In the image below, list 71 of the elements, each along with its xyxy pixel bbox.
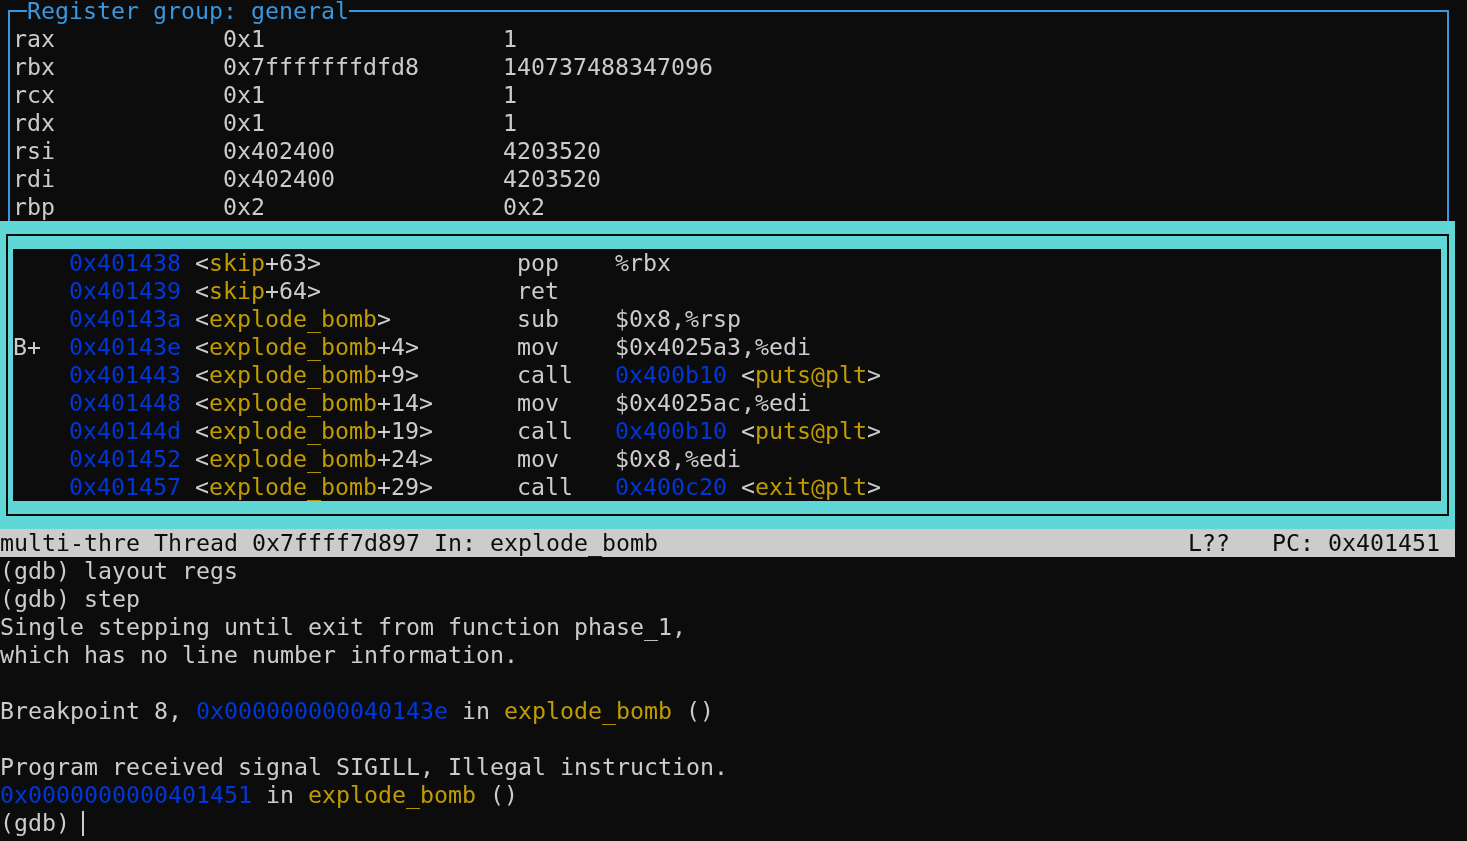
- register-natural-value: 4203520: [503, 165, 601, 192]
- symbol-label: <explode_bomb+9>: [195, 361, 419, 388]
- register-natural-value: 140737488347096: [503, 53, 713, 80]
- register-hex-value: 0x7fffffffdfd8: [223, 53, 419, 80]
- symbol-label: <explode_bomb+4>: [195, 333, 419, 360]
- operands: $0x4025ac,%edi: [615, 389, 811, 416]
- symbol-label: <explode_bomb+19>: [195, 417, 433, 444]
- register-hex-value: 0x402400: [223, 137, 335, 164]
- instruction-address: 0x40143e: [69, 333, 181, 360]
- line-indicator: L??: [1188, 529, 1230, 557]
- register-natural-value: 0x2: [503, 193, 545, 220]
- instruction-address: 0x401439: [69, 277, 181, 304]
- register-hex-value: 0x1: [223, 109, 265, 136]
- command-input[interactable]: (gdb): [0, 809, 84, 837]
- instruction-address: 0x40144d: [69, 417, 181, 444]
- thread-id: Thread 0x7ffff7d897: [154, 529, 420, 557]
- register-name: rcx: [13, 81, 55, 108]
- target-name: multi-thre: [0, 529, 140, 557]
- console-line: (gdb) step: [0, 585, 140, 613]
- panel-title: Register group: general: [27, 0, 349, 22]
- instruction-address: 0x401448: [69, 389, 181, 416]
- console-line: Program received signal SIGILL, Illegal instruction.: [0, 753, 728, 781]
- operands: $0x4025a3,%edi: [615, 333, 811, 360]
- symbol-label: <explode_bomb>: [195, 305, 391, 332]
- operands: %rbx: [615, 249, 671, 276]
- register-name: rsi: [13, 137, 55, 164]
- register-hex-value: 0x1: [223, 81, 265, 108]
- symbol-label: <explode_bomb+29>: [195, 473, 433, 500]
- operands: $0x8,%edi: [615, 445, 741, 472]
- register-name: rbx: [13, 53, 55, 80]
- operands: $0x8,%rsp: [615, 305, 741, 332]
- register-name: rax: [13, 25, 55, 52]
- register-hex-value: 0x402400: [223, 165, 335, 192]
- mnemonic: call: [517, 473, 573, 500]
- instruction-address: 0x401452: [69, 445, 181, 472]
- register-natural-value: 1: [503, 109, 517, 136]
- program-counter: PC: 0x401451: [1272, 529, 1440, 557]
- mnemonic: mov: [517, 333, 559, 360]
- mnemonic: ret: [517, 277, 559, 304]
- console-line: Breakpoint 8, 0x000000000040143e in explode_bomb (): [0, 697, 714, 725]
- symbol-label: <explode_bomb+14>: [195, 389, 433, 416]
- instruction-address: 0x401457: [69, 473, 181, 500]
- instruction-address: 0x401443: [69, 361, 181, 388]
- mnemonic: mov: [517, 389, 559, 416]
- symbol-label: <skip+63>: [195, 249, 321, 276]
- console-line: (gdb) layout regs: [0, 557, 238, 585]
- mnemonic: call: [517, 361, 573, 388]
- register-natural-value: 1: [503, 81, 517, 108]
- register-name: rdi: [13, 165, 55, 192]
- mnemonic: call: [517, 417, 573, 444]
- mnemonic: sub: [517, 305, 559, 332]
- instruction-address: 0x40143a: [69, 305, 181, 332]
- operands: 0x400b10 <puts@plt>: [615, 361, 881, 388]
- symbol-label: <skip+64>: [195, 277, 321, 304]
- register-hex-value: 0x2: [223, 193, 265, 220]
- register-name: rdx: [13, 109, 55, 136]
- mnemonic: mov: [517, 445, 559, 472]
- mnemonic: pop: [517, 249, 559, 276]
- operands: 0x400c20 <exit@plt>: [615, 473, 881, 500]
- breakpoint-marker: B+: [13, 333, 41, 360]
- instruction-address: 0x401438: [69, 249, 181, 276]
- register-natural-value: 4203520: [503, 137, 601, 164]
- register-name: rbp: [13, 193, 55, 220]
- console-line: 0x0000000000401451 in explode_bomb (): [0, 781, 518, 809]
- console-line: which has no line number information.: [0, 641, 518, 669]
- symbol-label: <explode_bomb+24>: [195, 445, 433, 472]
- current-function: In: explode_bomb: [433, 529, 658, 557]
- register-natural-value: 1: [503, 25, 517, 52]
- operands: 0x400b10 <puts@plt>: [615, 417, 881, 444]
- console-line: Single stepping until exit from function phase_1,: [0, 613, 686, 641]
- register-hex-value: 0x1: [223, 25, 265, 52]
